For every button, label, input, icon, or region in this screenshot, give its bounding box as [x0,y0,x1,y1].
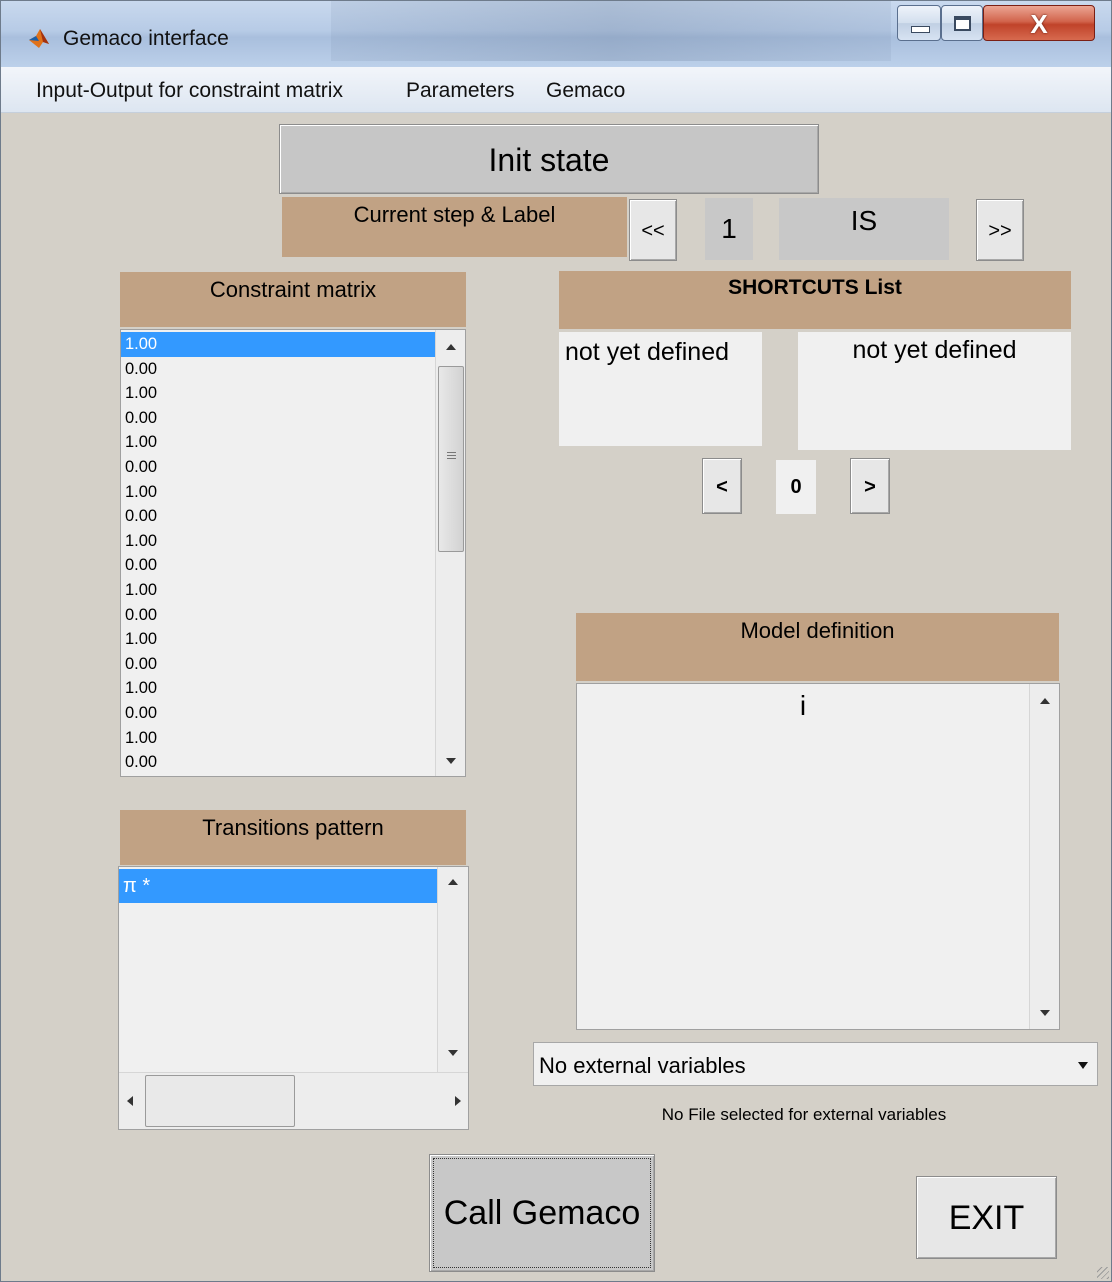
shortcut-prev-button[interactable]: < [702,458,742,514]
title-bar[interactable]: Gemaco interface X [1,1,1111,67]
maximize-icon [954,16,971,31]
menu-gemaco[interactable]: Gemaco [546,79,625,103]
model-definition-scrollbar[interactable] [1029,684,1059,1029]
constraint-matrix-list[interactable]: 1.00 0.00 1.00 0.00 1.00 0.00 1.00 0.00 1.00 0.00… [120,329,466,777]
call-gemaco-button[interactable]: Call Gemaco [429,1154,655,1272]
constraint-matrix-row[interactable]: 1.00 [121,480,435,505]
scrollbar-thumb[interactable] [438,366,464,552]
init-state-button[interactable]: Init state [279,124,819,194]
shortcut-left-box[interactable]: not yet defined [559,332,762,446]
shortcut-next-button[interactable]: > [850,458,890,514]
menu-input-output[interactable]: Input-Output for constraint matrix [36,79,343,103]
close-icon: X [1030,9,1048,39]
constraint-matrix-row[interactable]: 1.00 [121,726,435,751]
constraint-matrix-row[interactable]: 0.00 [121,652,435,677]
title-bar-backdrop [331,1,891,61]
current-step-label: Current step & Label [282,197,627,257]
transitions-pattern-hscrollbar[interactable] [119,1072,468,1129]
transitions-pattern-row[interactable]: π * [119,869,437,903]
previous-step-button[interactable]: << [629,199,677,261]
constraint-matrix-row[interactable]: 0.00 [121,406,435,431]
constraint-matrix-row[interactable]: 1.00 [121,578,435,603]
resize-grip[interactable] [1097,1267,1109,1279]
menu-parameters[interactable]: Parameters [406,79,515,103]
menu-bar: Input-Output for constraint matrix Param… [1,67,1111,113]
minimize-button[interactable] [897,5,941,41]
constraint-matrix-row[interactable]: 1.00 [121,529,435,554]
constraint-matrix-row[interactable]: 0.00 [121,553,435,578]
scroll-right-icon[interactable] [455,1096,461,1106]
constraint-matrix-row[interactable]: 1.00 [121,627,435,652]
constraint-matrix-row[interactable]: 0.00 [121,603,435,628]
constraint-matrix-row[interactable]: 0.00 [121,455,435,480]
shortcuts-title: SHORTCUTS List [559,271,1071,329]
shortcut-index: 0 [776,460,816,514]
external-variables-select[interactable]: No external variables [533,1042,1098,1086]
next-step-button[interactable]: >> [976,199,1024,261]
close-button[interactable]: X [983,5,1095,41]
model-definition-textarea[interactable]: i [576,683,1060,1030]
constraint-matrix-row[interactable]: 0.00 [121,750,435,775]
model-definition-title: Model definition [576,613,1059,681]
step-label-value: IS [779,198,949,260]
constraint-matrix-row[interactable]: 1.00 [121,332,435,357]
scroll-down-icon[interactable] [446,758,456,764]
step-number: 1 [705,198,753,260]
model-definition-content: i [799,690,807,721]
constraint-matrix-row[interactable]: 1.00 [121,381,435,406]
constraint-matrix-row[interactable]: 1.00 [121,676,435,701]
shortcut-right-box[interactable]: not yet defined [798,332,1071,450]
scroll-up-icon[interactable] [448,879,458,885]
scroll-down-icon[interactable] [448,1050,458,1056]
constraint-matrix-row[interactable]: 0.00 [121,701,435,726]
constraint-matrix-rows: 1.00 0.00 1.00 0.00 1.00 0.00 1.00 0.00 1.00 0.00… [121,332,435,775]
constraint-matrix-row[interactable]: 0.00 [121,357,435,382]
matlab-icon [27,26,51,50]
scroll-up-icon[interactable] [446,344,456,350]
maximize-button[interactable] [941,5,983,41]
constraint-matrix-row[interactable]: 1.00 [121,430,435,455]
constraint-matrix-scrollbar[interactable] [435,330,465,776]
transitions-pattern-rows: π * [119,869,437,903]
external-file-status: No File selected for external variables [661,1105,947,1124]
constraint-matrix-row[interactable]: 0.00 [121,504,435,529]
constraint-matrix-title: Constraint matrix [120,272,466,327]
hscrollbar-thumb[interactable] [145,1075,295,1127]
window-title: Gemaco interface [63,27,229,50]
transitions-pattern-vscrollbar[interactable] [437,867,468,1072]
transitions-pattern-title: Transitions pattern [120,810,466,865]
external-variables-value: No external variables [539,1053,746,1078]
scroll-up-icon[interactable] [1040,698,1050,704]
chevron-down-icon[interactable] [1078,1062,1088,1069]
gemaco-window: Gemaco interface X Input-Output for cons… [0,0,1112,1282]
exit-button[interactable]: EXIT [916,1176,1057,1259]
scroll-down-icon[interactable] [1040,1010,1050,1016]
transitions-pattern-list[interactable]: π * [118,866,469,1130]
scroll-left-icon[interactable] [127,1096,133,1106]
minimize-icon [911,26,930,33]
